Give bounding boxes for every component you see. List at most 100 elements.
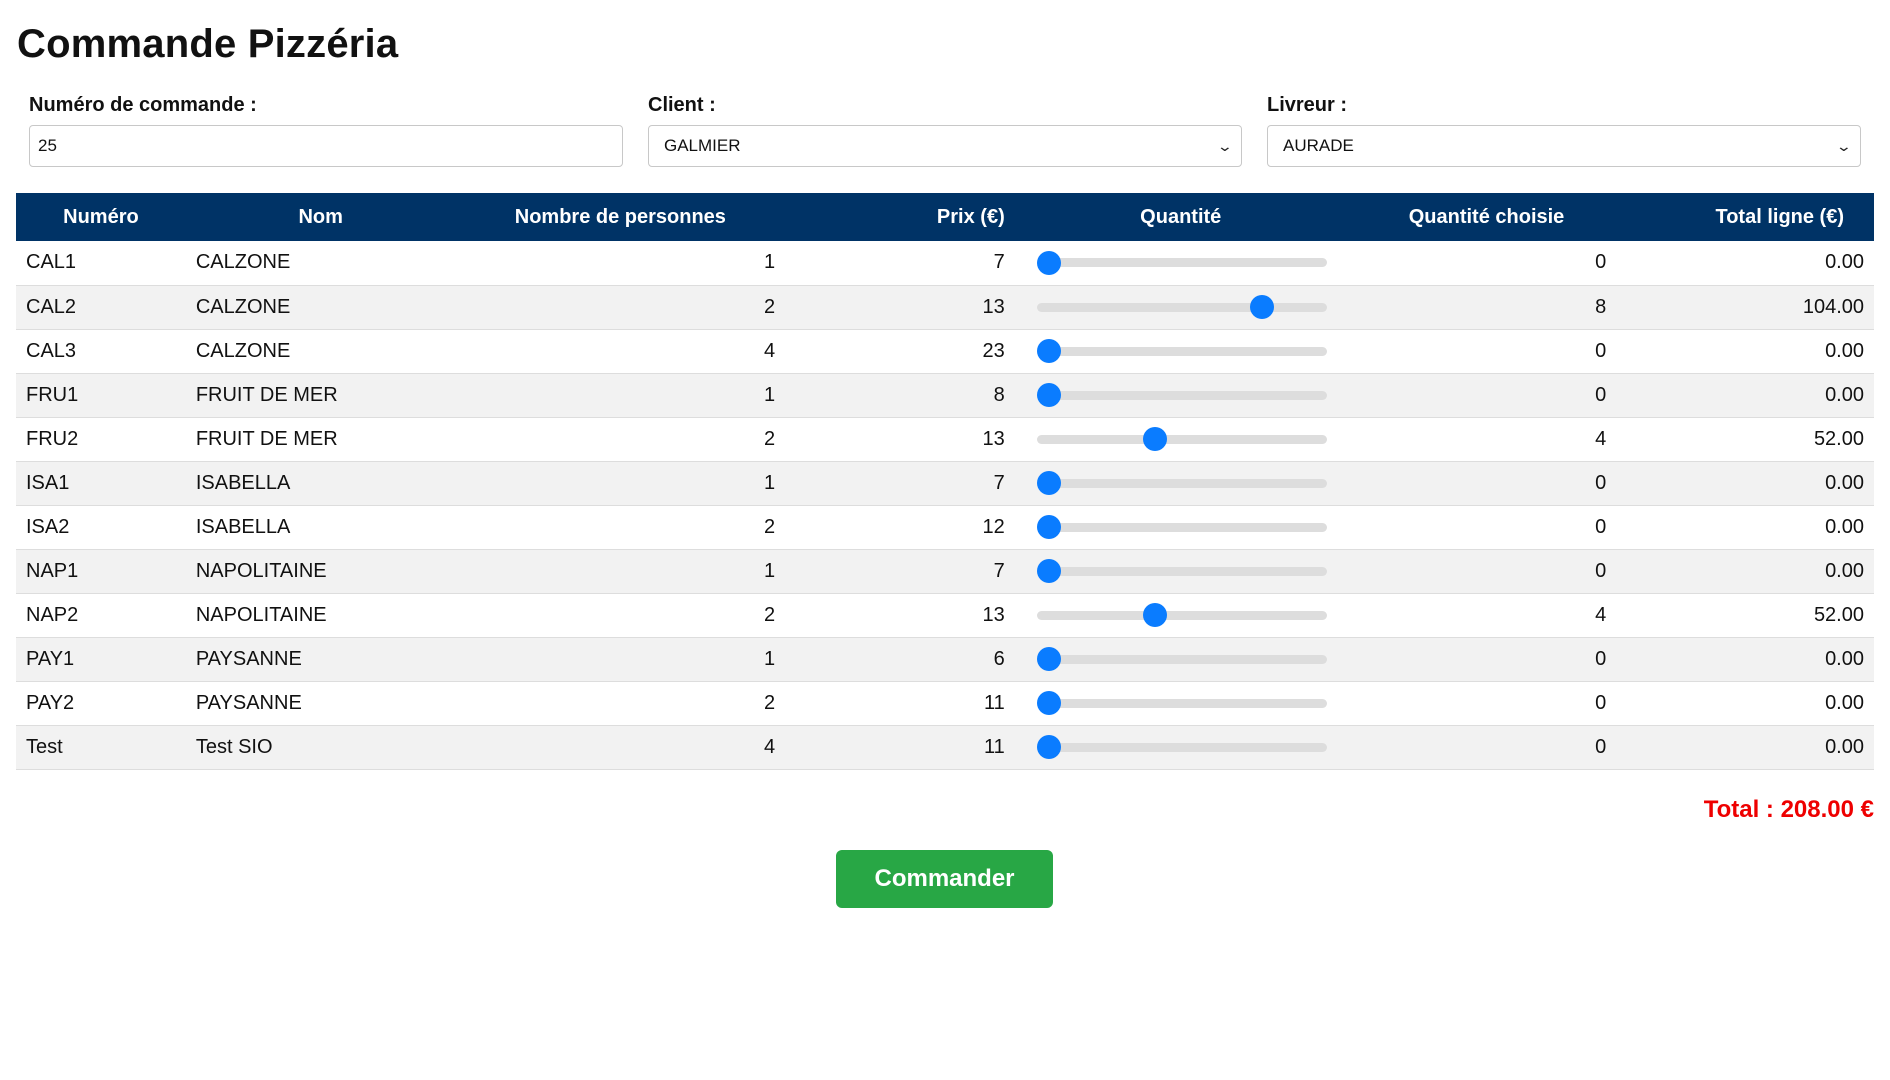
- quantity-slider[interactable]: [1036, 647, 1327, 671]
- cell-quantite: [1025, 593, 1337, 637]
- cell-nom: FRUIT DE MER: [195, 427, 338, 450]
- cell-total-ligne: 52.00: [1813, 427, 1864, 450]
- cell-nom: FRUIT DE MER: [195, 383, 338, 406]
- slider-thumb[interactable]: [1036, 250, 1061, 275]
- cell-prix: 13: [982, 603, 1005, 626]
- order-number-value: 25: [38, 136, 57, 155]
- column-header: Quantité: [1024, 193, 1337, 241]
- cell-prix: 13: [982, 427, 1005, 450]
- cell-total-ligne: 0.00: [1825, 515, 1864, 538]
- quantity-slider[interactable]: [1036, 295, 1327, 319]
- cell-total-ligne: 0.00: [1825, 559, 1864, 582]
- order-number-input[interactable]: 25: [29, 125, 623, 167]
- column-header: Total ligne (€): [1636, 193, 1874, 241]
- chevron-down-icon: ⌄: [1835, 137, 1853, 154]
- cell-quantite: [1025, 637, 1337, 681]
- cell-personnes: 1: [763, 251, 776, 274]
- cell-personnes: 1: [763, 647, 776, 670]
- cell-quantite-choisie: 0: [1595, 515, 1607, 538]
- cell-personnes: 4: [763, 339, 776, 362]
- cell-quantite-choisie: 0: [1595, 383, 1607, 406]
- cell-nom: PAYSANNE: [195, 647, 302, 670]
- slider-thumb[interactable]: [1249, 295, 1274, 319]
- table-row: CAL2 CALZONE 2 13 8 104.00: [16, 285, 1874, 329]
- cell-personnes: 1: [763, 383, 776, 406]
- quantity-slider[interactable]: [1036, 691, 1327, 715]
- cell-prix: 7: [993, 559, 1005, 582]
- cell-nom: CALZONE: [195, 295, 291, 318]
- quantity-slider[interactable]: [1036, 339, 1327, 363]
- column-header: Quantité choisie: [1336, 193, 1637, 241]
- cell-numero: CAL1: [26, 251, 77, 274]
- table-row: PAY2 PAYSANNE 2 11 0 0.00: [16, 681, 1874, 725]
- slider-thumb[interactable]: [1036, 735, 1061, 759]
- cell-quantite-choisie: 0: [1595, 647, 1607, 670]
- quantity-slider[interactable]: [1036, 427, 1327, 451]
- cell-nom: PAYSANNE: [195, 691, 302, 714]
- order-total: Total : 208.00 €: [1703, 796, 1874, 823]
- cell-prix: 11: [983, 735, 1005, 758]
- cell-nom: NAPOLITAINE: [195, 559, 327, 582]
- cell-nom: CALZONE: [195, 251, 291, 274]
- table-row: PAY1 PAYSANNE 1 6 0 0.00: [16, 637, 1874, 681]
- livreur-select[interactable]: AURADE ⌄: [1267, 125, 1861, 167]
- quantity-slider[interactable]: [1036, 383, 1327, 407]
- cell-quantite: [1025, 373, 1337, 417]
- cell-numero: PAY2: [26, 691, 75, 714]
- client-select[interactable]: GALMIER ⌄: [648, 125, 1242, 167]
- cell-total-ligne: 0.00: [1825, 691, 1864, 714]
- slider-thumb[interactable]: [1036, 691, 1061, 715]
- table-row: FRU1 FRUIT DE MER 1 8 0 0.00: [16, 373, 1874, 417]
- slider-thumb[interactable]: [1143, 603, 1168, 627]
- table-row: NAP2 NAPOLITAINE 2 13 4 52.00: [16, 593, 1874, 637]
- order-button[interactable]: Commander: [836, 850, 1053, 908]
- cell-quantite: [1025, 725, 1337, 769]
- cell-total-ligne: 0.00: [1825, 383, 1864, 406]
- cell-numero: PAY1: [26, 647, 75, 670]
- slider-thumb[interactable]: [1036, 647, 1061, 671]
- order-number-group: Numéro de commande : 25: [29, 94, 623, 167]
- chevron-down-icon: ⌄: [1216, 137, 1234, 154]
- quantity-slider[interactable]: [1036, 559, 1327, 583]
- slider-thumb[interactable]: [1036, 471, 1061, 495]
- slider-thumb[interactable]: [1143, 427, 1168, 451]
- quantity-slider[interactable]: [1036, 515, 1327, 539]
- cell-numero: FRU2: [26, 427, 79, 450]
- cell-quantite-choisie: 4: [1595, 603, 1607, 626]
- quantity-slider[interactable]: [1036, 471, 1327, 495]
- cell-personnes: 2: [763, 515, 776, 538]
- quantity-slider[interactable]: [1036, 250, 1327, 275]
- slider-thumb[interactable]: [1036, 383, 1061, 407]
- cell-nom: CALZONE: [195, 339, 291, 362]
- cell-personnes: 2: [763, 603, 776, 626]
- cell-quantite-choisie: 0: [1595, 559, 1607, 582]
- cell-quantite-choisie: 0: [1595, 339, 1607, 362]
- cell-total-ligne: 104.00: [1802, 295, 1864, 318]
- cell-prix: 8: [993, 383, 1005, 406]
- quantity-slider[interactable]: [1036, 603, 1327, 627]
- client-selected-value: GALMIER: [664, 136, 741, 155]
- table-row: Test Test SIO 4 11 0 0.00: [16, 725, 1874, 769]
- livreur-group: Livreur : AURADE ⌄: [1267, 94, 1861, 167]
- cell-quantite-choisie: 0: [1595, 735, 1607, 758]
- table-row: CAL3 CALZONE 4 23 0 0.00: [16, 329, 1874, 373]
- cell-numero: Test: [26, 735, 63, 758]
- slider-thumb[interactable]: [1036, 559, 1061, 583]
- slider-thumb[interactable]: [1036, 339, 1061, 363]
- cell-prix: 7: [993, 251, 1005, 274]
- column-header: Prix (€): [785, 193, 1025, 241]
- slider-thumb[interactable]: [1036, 515, 1061, 539]
- cell-quantite: [1025, 461, 1337, 505]
- cell-quantite: [1025, 549, 1337, 593]
- cell-personnes: 2: [763, 427, 776, 450]
- cell-quantite-choisie: 0: [1595, 691, 1607, 714]
- cell-prix: 12: [982, 515, 1005, 538]
- quantity-slider[interactable]: [1036, 735, 1327, 759]
- client-label: Client :: [648, 94, 716, 116]
- table-row: NAP1 NAPOLITAINE 1 7 0 0.00: [16, 549, 1874, 593]
- table-row: ISA2 ISABELLA 2 12 0 0.00: [16, 505, 1874, 549]
- table-row: CAL1 CALZONE 1 7 0 0.00: [16, 241, 1874, 285]
- cell-quantite: [1025, 241, 1337, 285]
- cell-numero: ISA2: [26, 515, 70, 538]
- cell-prix: 13: [982, 295, 1005, 318]
